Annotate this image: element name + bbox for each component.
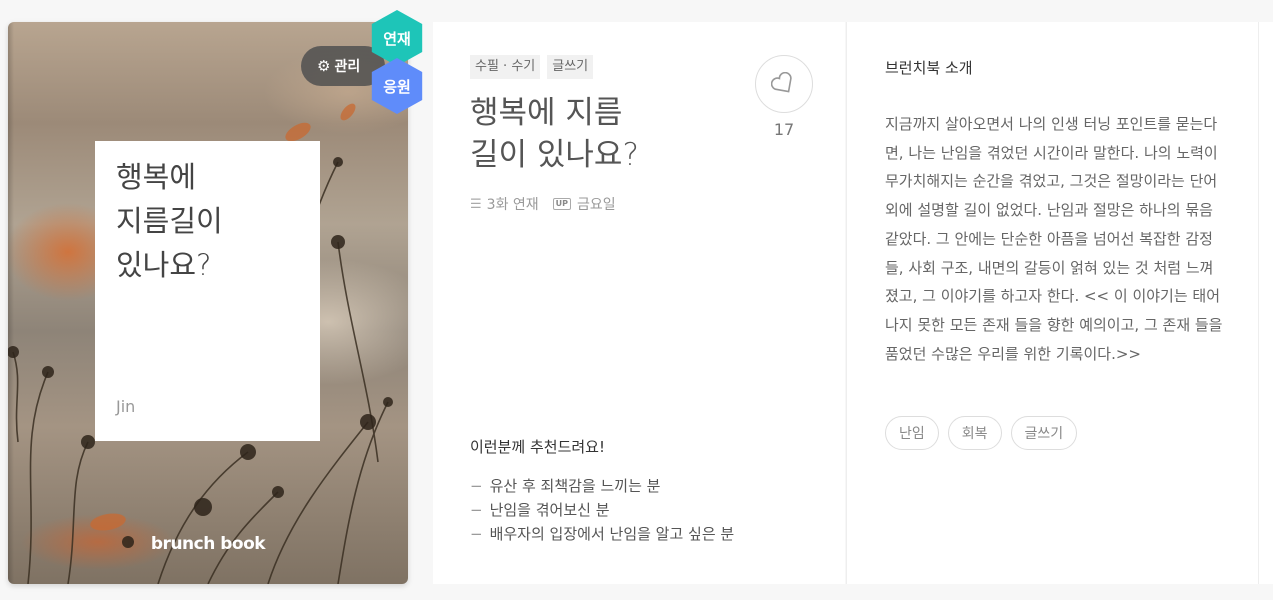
next-panel-edge <box>1258 22 1273 584</box>
dash-icon: − <box>470 477 483 495</box>
book-intro-panel: 브런치북 소개 지금까지 살아오면서 나의 인생 터닝 포인트를 묻는다면, 나… <box>846 22 1258 584</box>
cover-title: 행복에 지름길이 있나요? <box>116 160 223 282</box>
cover-title-card: 행복에 지름길이 있나요? Jin <box>95 141 320 441</box>
keyword-list: 난임 회복 글쓰기 <box>885 416 1078 450</box>
recommend-list: − 유산 후 죄책감을 느끼는 분 − 난임을 겪어보신 분 − 배우자의 입장… <box>470 474 734 546</box>
manage-label: 관리 <box>334 59 361 75</box>
category-tag[interactable]: 글쓰기 <box>547 55 594 79</box>
recommend-item: − 난임을 겪어보신 분 <box>470 498 734 522</box>
intro-heading: 브런치북 소개 <box>885 59 973 77</box>
episode-count: ☰ 3화 연재 <box>470 194 539 214</box>
intro-text: 지금까지 살아오면서 나의 인생 터닝 포인트를 묻는다면, 나는 난임을 겪었… <box>885 115 1223 363</box>
recommend-item-text: 난임을 겪어보신 분 <box>489 501 610 519</box>
recommend-item: − 배우자의 입장에서 난임을 알고 싶은 분 <box>470 522 734 546</box>
episode-count-label: 3화 연재 <box>486 197 539 213</box>
gear-icon: ⚙ <box>317 57 331 75</box>
dash-icon: − <box>470 501 483 519</box>
book-meta: ☰ 3화 연재 UP 금요일 <box>470 194 616 214</box>
recommend-item: − 유산 후 죄책감을 느끼는 분 <box>470 474 734 498</box>
like-count: 17 <box>773 120 795 139</box>
heart-icon <box>771 72 792 93</box>
recommend-item-text: 배우자의 입장에서 난임을 알고 싶은 분 <box>489 525 735 543</box>
book-title: 행복에 지름 길이 있나요? <box>470 95 639 173</box>
publish-schedule: UP 금요일 <box>552 194 616 214</box>
book-cover[interactable]: 행복에 지름길이 있나요? Jin brunch book <box>8 22 408 584</box>
brunch-book-logo: brunch book <box>150 534 266 554</box>
cover-author: Jin <box>116 397 136 416</box>
keyword-tag[interactable]: 난임 <box>885 416 939 450</box>
book-info-panel: 수필 · 수기 글쓰기 행복에 지름 길이 있나요? 17 ☰ 3화 연재 UP… <box>433 22 845 584</box>
recommend-item-text: 유산 후 죄책감을 느끼는 분 <box>489 477 661 495</box>
list-icon: ☰ <box>470 196 482 212</box>
publish-day: 금요일 <box>577 197 616 213</box>
recommend-title: 이런분께 추천드려요! <box>470 438 605 456</box>
category-tags: 수필 · 수기 글쓰기 <box>470 55 594 79</box>
dash-icon: − <box>470 525 483 543</box>
like-button[interactable] <box>755 55 813 113</box>
category-tag[interactable]: 수필 · 수기 <box>470 55 541 79</box>
keyword-tag[interactable]: 글쓰기 <box>1010 416 1078 450</box>
up-calendar-icon: UP <box>552 198 572 210</box>
keyword-tag[interactable]: 회복 <box>947 416 1002 450</box>
